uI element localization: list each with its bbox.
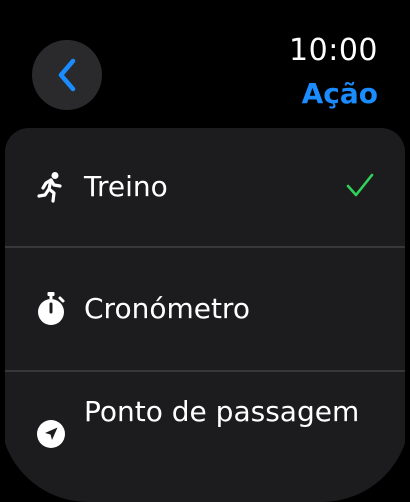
chevron-left-icon [58,58,76,92]
list-item-label: Ponto de passagem [84,395,360,428]
list-item-cronometro[interactable]: Cronómetro [5,248,405,370]
list-item-label: Treino [84,170,168,203]
watch-screen: 10:00 Ação Treino Cronómetro Ponto de pa… [0,0,410,502]
list-item-treino[interactable]: Treino [5,128,405,246]
running-figure-icon [35,171,67,203]
page-title: Ação [301,77,378,110]
action-list: Treino Cronómetro Ponto de passagem [5,128,405,502]
location-arrow-icon [35,418,67,450]
checkmark-icon [345,172,375,202]
stopwatch-icon [35,292,67,325]
list-item-ponto-de-passagem[interactable]: Ponto de passagem [5,372,405,502]
list-item-label: Cronómetro [84,292,250,325]
clock-time: 10:00 [289,33,378,68]
back-button[interactable] [32,40,102,110]
